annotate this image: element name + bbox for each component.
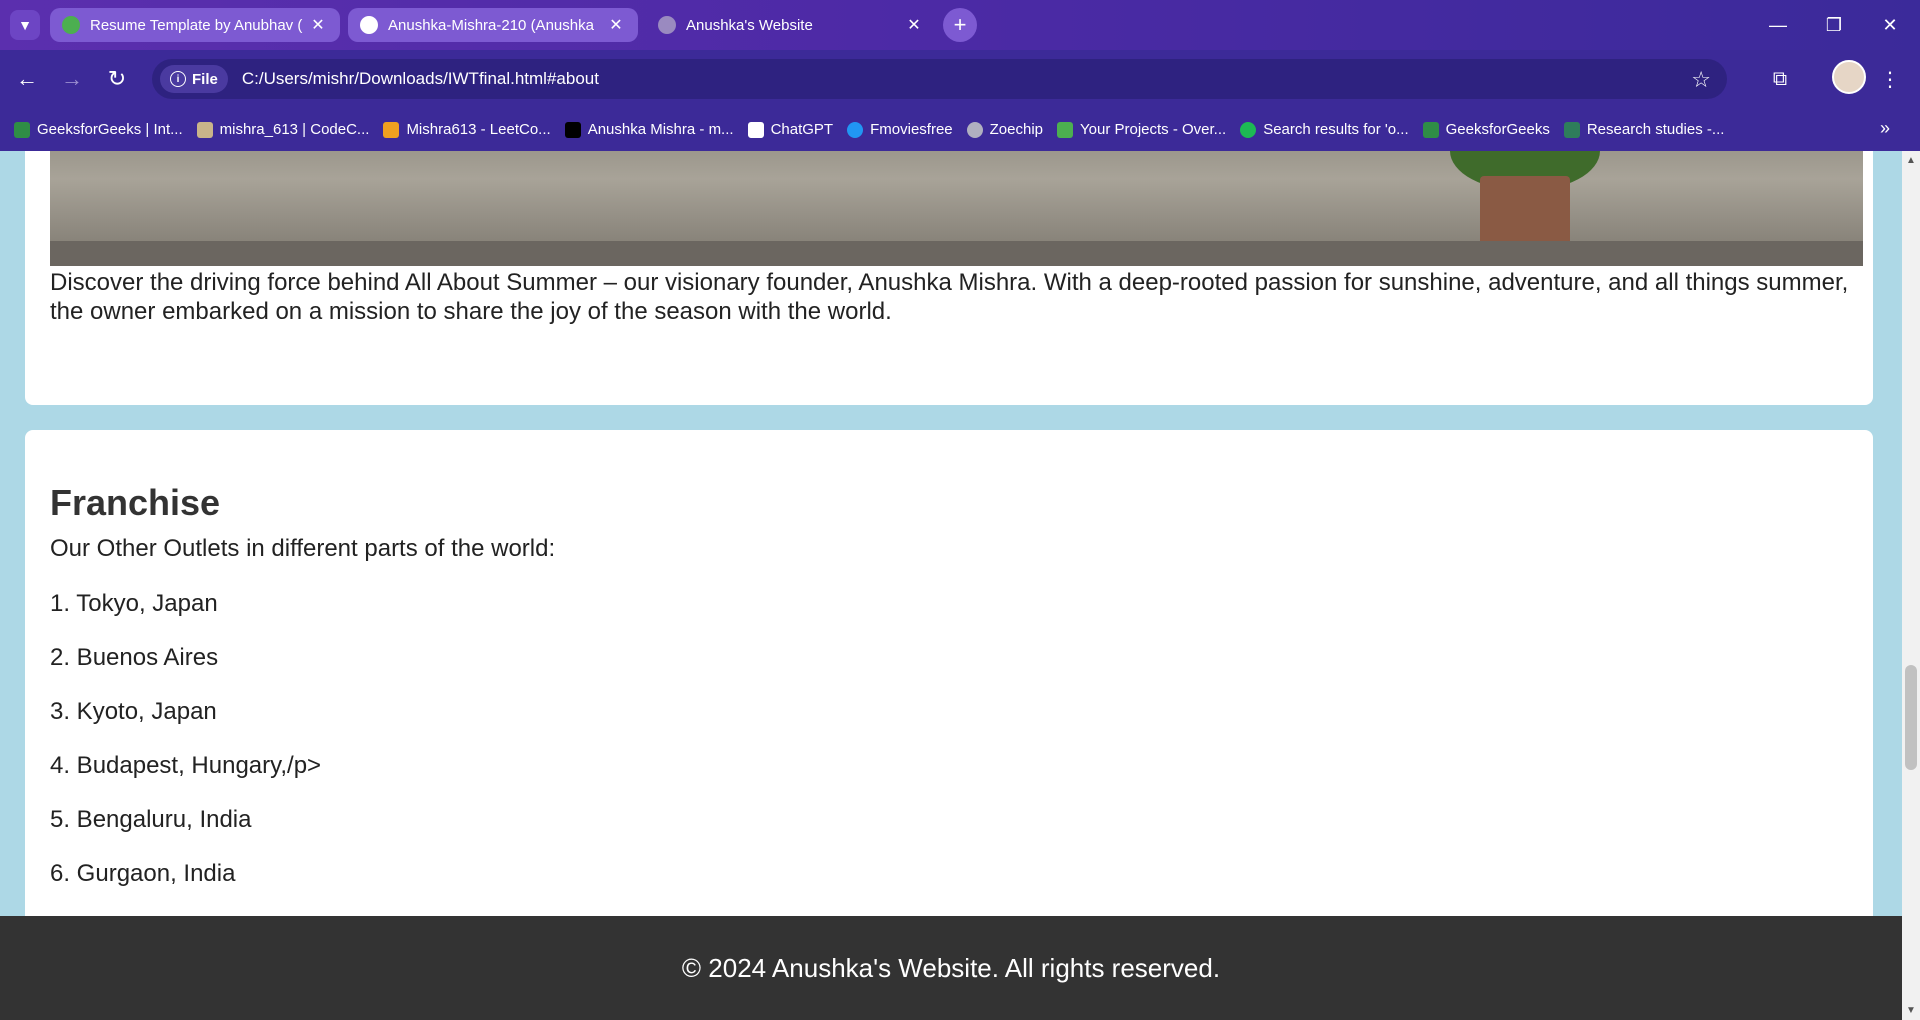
outlet-item: 1. Tokyo, Japan (50, 590, 218, 617)
globe-icon (966, 121, 983, 138)
franchise-intro: Our Other Outlets in different parts of … (50, 535, 556, 562)
bookmark-your-projects[interactable]: Your Projects - Over... (1057, 121, 1226, 138)
bookmark-label: Your Projects - Over... (1080, 121, 1227, 138)
fmovies-icon (847, 121, 864, 138)
address-bar[interactable]: i File C:/Users/mishr/Downloads/IWTfinal… (152, 59, 1727, 99)
profile-avatar[interactable] (1832, 60, 1866, 94)
codechef-icon (196, 121, 213, 138)
about-text: Discover the driving force behind All Ab… (50, 269, 1849, 325)
scrollbar-thumb[interactable] (1905, 665, 1917, 770)
hackerrank-icon (564, 121, 581, 138)
chatgpt-icon (747, 121, 764, 138)
restore-icon[interactable]: ❐ (1814, 10, 1854, 40)
leaf-icon (1057, 121, 1074, 138)
bookmark-label: GeeksforGeeks (1445, 121, 1550, 138)
scroll-up-arrow-icon[interactable]: ▲ (1906, 155, 1916, 166)
bookmark-label: Zoechip (989, 121, 1044, 138)
close-icon[interactable]: ✕ (308, 15, 328, 35)
bookmark-geeksforgeeks[interactable]: GeeksforGeeks (1422, 121, 1550, 138)
back-arrow-icon[interactable]: ← (12, 64, 42, 94)
research-icon (1563, 121, 1580, 138)
site-info-label: File (192, 70, 218, 88)
bookmark-search-results[interactable]: Search results for 'o... (1240, 121, 1409, 138)
bookmarks-bar: GeeksforGeeks | Int... mishra_613 | Code… (0, 108, 1920, 151)
footer-copyright: © 2024 Anushka's Website. All rights res… (681, 952, 1221, 983)
bookmark-codechef[interactable]: mishra_613 | CodeC... (196, 121, 370, 138)
close-icon[interactable]: ✕ (606, 15, 626, 35)
page-viewport: Discover the driving force behind All Ab… (0, 151, 1902, 916)
outlet-item: 6. Gurgaon, India (50, 860, 236, 887)
window-close-icon[interactable]: ✕ (1870, 10, 1910, 40)
close-icon[interactable]: ✕ (904, 15, 924, 35)
menu-kebab-icon[interactable]: ⋮ (1875, 64, 1905, 94)
leaf-favicon-icon (62, 16, 80, 34)
bookmark-zoechip[interactable]: Zoechip (966, 121, 1044, 138)
page-footer: © 2024 Anushka's Website. All rights res… (0, 916, 1902, 1020)
leetcode-icon (383, 121, 400, 138)
bookmark-chatgpt[interactable]: ChatGPT (747, 121, 834, 138)
bookmark-label: ChatGPT (770, 121, 834, 138)
franchise-title: Franchise (50, 482, 221, 523)
bookmark-hackerrank[interactable]: Anushka Mishra - m... (564, 121, 734, 138)
outlet-item: 2. Buenos Aires (50, 644, 219, 671)
bookmark-geeksforgeeks-int[interactable]: GeeksforGeeks | Int... (14, 121, 183, 138)
bookmark-label: mishra_613 | CodeC... (219, 121, 370, 138)
outlet-item: 4. Budapest, Hungary,/p> (50, 752, 322, 779)
outlet-item: 3. Kyoto, Japan (50, 698, 217, 725)
url-text[interactable]: C:/Users/mishr/Downloads/IWTfinal.html#a… (242, 69, 599, 89)
scroll-down-arrow-icon[interactable]: ▼ (1906, 1005, 1916, 1016)
new-tab-plus-icon[interactable]: + (943, 8, 977, 42)
github-favicon-icon (360, 16, 378, 34)
bookmark-label: GeeksforGeeks | Int... (37, 121, 183, 138)
bookmark-star-icon[interactable]: ☆ (1691, 67, 1711, 93)
gfg-icon (14, 121, 30, 138)
site-info-chip[interactable]: i File (160, 65, 228, 93)
tab-bar: ▼ Resume Template by Anubhav ( ✕ Anushka… (0, 0, 1920, 50)
chevron-double-right-icon[interactable]: » (1880, 118, 1890, 139)
about-hero-image (50, 151, 1863, 266)
play-icon (1240, 121, 1257, 138)
info-icon: i (170, 71, 186, 87)
bookmark-leetcode[interactable]: Mishra613 - LeetCo... (383, 121, 551, 138)
bookmark-research-studies[interactable]: Research studies -... (1563, 121, 1725, 138)
tab-title: Resume Template by Anubhav ( (90, 16, 303, 34)
reload-icon[interactable]: ↻ (102, 64, 132, 94)
curb-decoration (50, 241, 1863, 266)
tab-search-icon[interactable]: ▼ (10, 10, 40, 40)
bookmark-label: Anushka Mishra - m... (587, 121, 734, 138)
forward-arrow-icon[interactable]: → (57, 64, 87, 94)
tab-anushkas-website[interactable]: Anushka's Website ✕ (646, 8, 936, 42)
tab-title: Anushka-Mishra-210 (Anushka (388, 16, 594, 34)
bookmark-label: Search results for 'o... (1263, 121, 1409, 138)
globe-favicon-icon (658, 16, 676, 34)
bookmark-label: Fmoviesfree (870, 121, 953, 138)
browser-toolbar: ← → ↻ i File C:/Users/mishr/Downloads/IW… (0, 50, 1920, 108)
tab-title: Anushka's Website (686, 16, 813, 34)
tab-github[interactable]: Anushka-Mishra-210 (Anushka ✕ (348, 8, 638, 42)
about-card: Discover the driving force behind All Ab… (25, 151, 1873, 405)
bookmark-fmoviesfree[interactable]: Fmoviesfree (847, 121, 953, 138)
franchise-card: Franchise Our Other Outlets in different… (25, 430, 1873, 916)
tab-resume-template[interactable]: Resume Template by Anubhav ( ✕ (50, 8, 340, 42)
minimize-icon[interactable]: — (1758, 10, 1798, 40)
bookmark-label: Research studies -... (1586, 121, 1725, 138)
extensions-puzzle-icon[interactable]: ⧉ (1765, 64, 1795, 94)
bookmark-label: Mishra613 - LeetCo... (406, 121, 551, 138)
outlet-item: 5. Bengaluru, India (50, 806, 252, 833)
gfg-icon (1422, 121, 1439, 138)
page-scrollbar[interactable]: ▲ ▼ (1902, 151, 1920, 1020)
